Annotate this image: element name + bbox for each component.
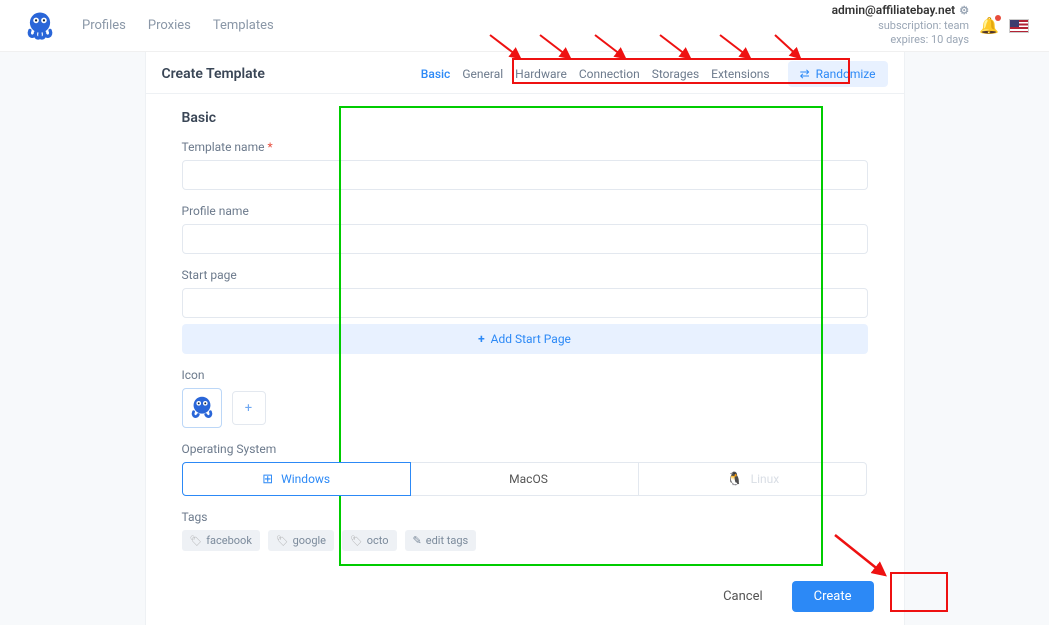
form-body: Basic Template name * Profile name Start…	[146, 94, 904, 585]
field-operating-system: Operating System ⊞ Windows MacOS 🐧 Linux	[182, 442, 868, 496]
section-title-basic: Basic	[182, 110, 868, 126]
field-template-name: Template name *	[182, 140, 868, 190]
start-page-label: Start page	[182, 268, 237, 282]
tag-icon	[350, 534, 363, 547]
tab-extensions[interactable]: Extensions	[711, 67, 769, 81]
os-option-linux: 🐧 Linux	[639, 462, 867, 496]
field-start-page: Start page + Add Start Page	[182, 268, 868, 354]
panel-title: Create Template	[162, 66, 265, 82]
navbar-right: admin@affiliatebay.net ⚙ subscription: t…	[832, 3, 1029, 47]
randomize-label: Randomize	[816, 67, 876, 81]
os-macos-label: MacOS	[509, 472, 548, 486]
tab-basic[interactable]: Basic	[421, 67, 451, 81]
windows-icon: ⊞	[262, 472, 273, 487]
footer-actions: Cancel Create	[708, 580, 873, 613]
user-email: admin@affiliatebay.net	[832, 3, 956, 19]
tab-general[interactable]: General	[462, 67, 503, 81]
field-icon: Icon +	[182, 368, 868, 428]
navbar-left: Profiles Proxies Templates	[20, 6, 274, 46]
tag-edit-label: edit tags	[426, 534, 468, 547]
tab-connection[interactable]: Connection	[579, 67, 640, 81]
randomize-button[interactable]: Randomize	[788, 61, 888, 87]
app-logo[interactable]	[20, 6, 60, 46]
top-navbar: Profiles Proxies Templates admin@affilia…	[0, 0, 1049, 52]
tag-google[interactable]: google	[268, 530, 334, 551]
plus-icon: +	[245, 401, 252, 416]
panel-header: Create Template Basic General Hardware C…	[146, 52, 904, 94]
profile-name-label: Profile name	[182, 204, 249, 218]
add-start-page-button[interactable]: + Add Start Page	[182, 324, 868, 354]
linux-icon: 🐧	[726, 472, 742, 487]
icon-add-button[interactable]: +	[232, 391, 266, 425]
edit-icon	[413, 534, 422, 547]
os-option-macos[interactable]: MacOS	[411, 462, 639, 496]
plus-icon: +	[478, 332, 485, 346]
os-option-windows[interactable]: ⊞ Windows	[182, 462, 411, 496]
tab-storages[interactable]: Storages	[652, 67, 699, 81]
octopus-icon	[187, 393, 217, 423]
octopus-icon	[22, 8, 58, 44]
expiry-label: expires: 10 days	[832, 33, 970, 47]
icon-label: Icon	[182, 368, 205, 382]
os-windows-label: Windows	[281, 472, 330, 486]
field-profile-name: Profile name	[182, 204, 868, 254]
template-name-input[interactable]	[182, 160, 868, 190]
tag-edit[interactable]: edit tags	[405, 530, 477, 551]
add-start-page-label: Add Start Page	[491, 332, 571, 346]
os-label: Operating System	[182, 442, 277, 456]
flag-us-icon[interactable]	[1009, 19, 1029, 33]
tab-hardware[interactable]: Hardware	[515, 67, 567, 81]
nav-profiles[interactable]: Profiles	[82, 18, 126, 33]
tags-label: Tags	[182, 510, 208, 524]
bell-icon[interactable]: 🔔	[979, 16, 999, 35]
start-page-input[interactable]	[182, 288, 868, 318]
required-asterisk: *	[267, 140, 272, 154]
tag-icon	[190, 534, 203, 547]
os-linux-label: Linux	[751, 472, 780, 486]
template-panel: Create Template Basic General Hardware C…	[145, 52, 905, 625]
create-button[interactable]: Create	[792, 581, 874, 612]
tabs-wrap: Basic General Hardware Connection Storag…	[413, 61, 888, 87]
subscription-label: subscription: team	[832, 19, 970, 33]
tag-octo[interactable]: octo	[342, 530, 397, 551]
tag-facebook-label: facebook	[206, 534, 252, 547]
user-block: admin@affiliatebay.net ⚙ subscription: t…	[832, 3, 970, 47]
shuffle-icon	[800, 67, 810, 81]
tabs-group: Basic General Hardware Connection Storag…	[413, 63, 778, 85]
template-name-label: Template name	[182, 140, 265, 154]
profile-name-input[interactable]	[182, 224, 868, 254]
nav-templates[interactable]: Templates	[213, 18, 274, 33]
tag-icon	[276, 534, 289, 547]
tag-facebook[interactable]: facebook	[182, 530, 260, 551]
field-tags: Tags facebook google octo edit tags	[182, 510, 868, 551]
gear-icon[interactable]: ⚙	[959, 4, 969, 18]
nav-proxies[interactable]: Proxies	[148, 18, 191, 33]
main-area: Create Template Basic General Hardware C…	[0, 52, 1049, 625]
icon-preview[interactable]	[182, 388, 222, 428]
tag-octo-label: octo	[367, 534, 389, 547]
tag-google-label: google	[293, 534, 326, 547]
cancel-button[interactable]: Cancel	[708, 580, 778, 613]
